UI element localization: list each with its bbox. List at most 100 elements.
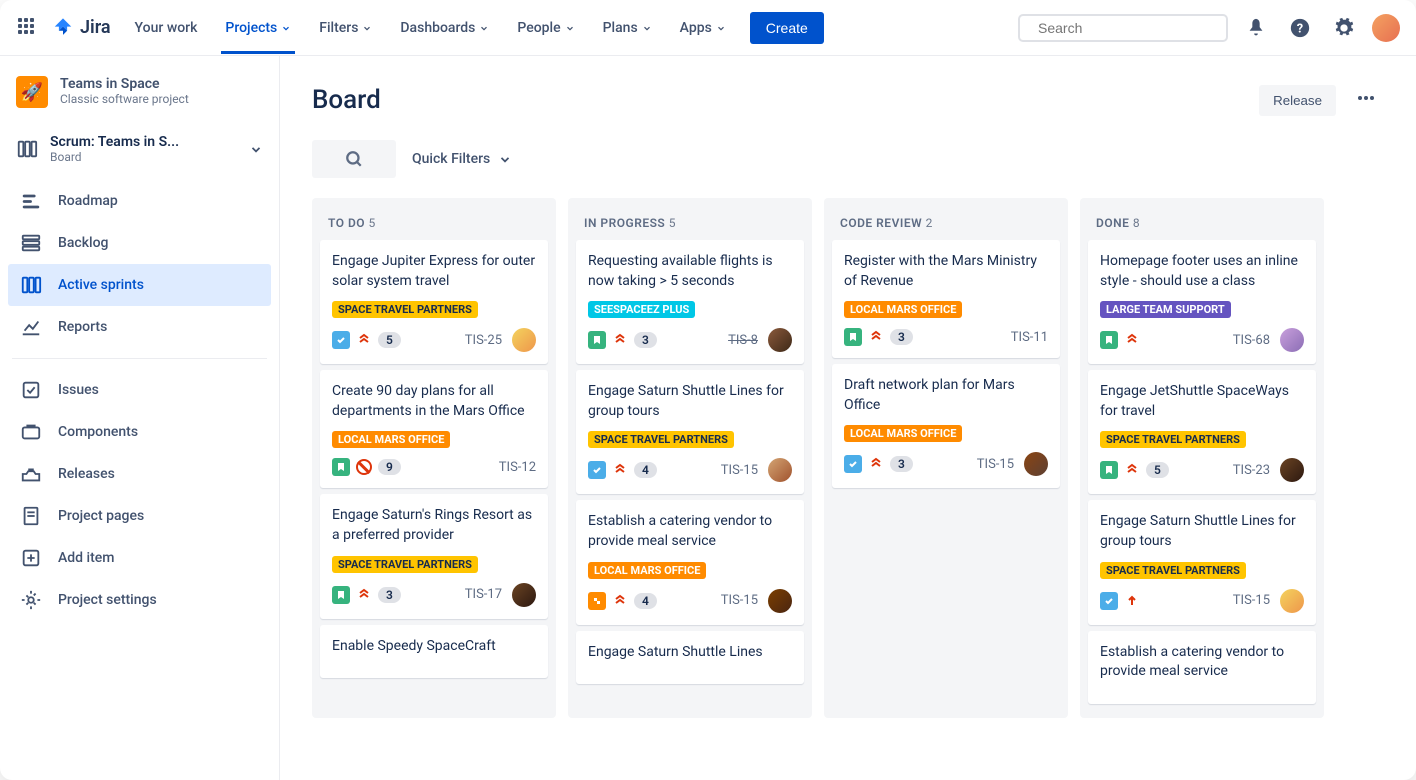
story-points-badge: 5 (378, 332, 401, 348)
column-header: To Do 5 (320, 206, 548, 240)
issue-key[interactable]: TIS-8 (728, 333, 758, 348)
card-epic-label[interactable]: LOCAL MARS OFFICE (844, 425, 962, 442)
board-selector[interactable]: Scrum: Teams in S... Board (8, 124, 271, 180)
issue-card[interactable]: Engage Saturn's Rings Resort as a prefer… (320, 494, 548, 618)
chevron-down-icon (716, 23, 726, 33)
issue-key[interactable]: TIS-11 (1011, 330, 1048, 345)
sidebar-item-roadmap[interactable]: Roadmap (8, 180, 271, 222)
issue-card[interactable]: Engage Saturn Shuttle Lines (576, 631, 804, 685)
story-points-badge: 3 (378, 587, 401, 603)
issue-type-icon (332, 331, 350, 349)
nav-plans[interactable]: Plans (591, 2, 664, 54)
column-in-progress[interactable]: In Progress 5Requesting available flight… (568, 198, 812, 718)
issue-card[interactable]: Engage JetShuttle SpaceWays for travelSP… (1088, 370, 1316, 494)
nav-dashboards[interactable]: Dashboards (388, 2, 501, 54)
notifications-icon[interactable] (1240, 12, 1272, 44)
card-epic-label[interactable]: SEESPACEEZ PLUS (588, 301, 695, 318)
page-title: Board (312, 85, 381, 115)
card-epic-label[interactable]: LOCAL MARS OFFICE (844, 301, 962, 318)
quick-filters[interactable]: Quick Filters (412, 151, 512, 167)
sidebar-item-settings[interactable]: Project settings (8, 579, 271, 621)
nav-projects[interactable]: Projects (213, 2, 303, 54)
column-code-review[interactable]: Code Review 2Register with the Mars Mini… (824, 198, 1068, 718)
search-input[interactable] (1018, 14, 1228, 42)
issue-type-icon (844, 328, 862, 346)
issue-type-icon (332, 586, 350, 604)
card-epic-label[interactable]: SPACE TRAVEL PARTNERS (588, 431, 734, 448)
card-epic-label[interactable]: SPACE TRAVEL PARTNERS (1100, 562, 1246, 579)
issue-key[interactable]: TIS-15 (977, 457, 1014, 472)
nav-filters[interactable]: Filters (307, 2, 384, 54)
assignee-avatar[interactable] (1280, 328, 1304, 352)
issue-key[interactable]: TIS-68 (1233, 333, 1270, 348)
story-points-badge: 3 (890, 456, 913, 472)
sidebar-item-backlog[interactable]: Backlog (8, 222, 271, 264)
issue-key[interactable]: TIS-23 (1233, 463, 1270, 478)
chevron-down-icon (362, 23, 372, 33)
issue-card[interactable]: Establish a catering vendor to provide m… (576, 500, 804, 624)
sidebar-item-components[interactable]: Components (8, 411, 271, 453)
column-to-do[interactable]: To Do 5Engage Jupiter Express for outer … (312, 198, 556, 718)
issue-card[interactable]: Register with the Mars Ministry of Reven… (832, 240, 1060, 358)
nav-apps[interactable]: Apps (668, 2, 738, 54)
issue-card[interactable]: Establish a catering vendor to provide m… (1088, 631, 1316, 704)
issue-card[interactable]: Engage Jupiter Express for outer solar s… (320, 240, 548, 364)
sidebar-item-project-pages[interactable]: Project pages (8, 495, 271, 537)
card-epic-label[interactable]: SPACE TRAVEL PARTNERS (1100, 431, 1246, 448)
issue-card[interactable]: Homepage footer uses an inline style - s… (1088, 240, 1316, 364)
issue-card[interactable]: Engage Saturn Shuttle Lines for group to… (1088, 500, 1316, 624)
help-icon[interactable]: ? (1284, 12, 1316, 44)
user-avatar[interactable] (1372, 14, 1400, 42)
nav-your-work[interactable]: Your work (123, 2, 210, 54)
assignee-avatar[interactable] (1280, 458, 1304, 482)
card-epic-label[interactable]: LOCAL MARS OFFICE (588, 562, 706, 579)
issue-key[interactable]: TIS-25 (465, 333, 502, 348)
jira-logo-text: Jira (80, 17, 111, 38)
app-switcher-icon[interactable] (16, 16, 40, 40)
card-epic-label[interactable]: SPACE TRAVEL PARTNERS (332, 301, 478, 318)
nav-people[interactable]: People (505, 2, 586, 54)
assignee-avatar[interactable] (1280, 589, 1304, 613)
roadmap-icon (20, 190, 42, 212)
components-icon (20, 421, 42, 443)
column-done[interactable]: Done 8Homepage footer uses an inline sty… (1080, 198, 1324, 718)
jira-icon (52, 17, 74, 39)
assignee-avatar[interactable] (1024, 452, 1048, 476)
issue-card[interactable]: Draft network plan for Mars OfficeLOCAL … (832, 364, 1060, 488)
issue-card[interactable]: Requesting available flights is now taki… (576, 240, 804, 364)
story-points-badge: 4 (634, 593, 657, 609)
create-button[interactable]: Create (750, 12, 824, 44)
assignee-avatar[interactable] (512, 328, 536, 352)
priority-icon (868, 456, 884, 472)
settings-icon[interactable] (1328, 12, 1360, 44)
issue-key[interactable]: TIS-17 (465, 587, 502, 602)
assignee-avatar[interactable] (768, 328, 792, 352)
sidebar-item-add[interactable]: Add item (8, 537, 271, 579)
issue-key[interactable]: TIS-15 (721, 463, 758, 478)
jira-logo[interactable]: Jira (52, 17, 111, 39)
board-search[interactable] (312, 140, 396, 178)
card-epic-label[interactable]: SPACE TRAVEL PARTNERS (332, 556, 478, 573)
release-button[interactable]: Release (1259, 85, 1336, 116)
card-epic-label[interactable]: LARGE TEAM SUPPORT (1100, 301, 1231, 318)
assignee-avatar[interactable] (768, 589, 792, 613)
issue-type-icon (588, 592, 606, 610)
gear-icon (20, 589, 42, 611)
sidebar-item-issues[interactable]: Issues (8, 369, 271, 411)
assignee-avatar[interactable] (768, 458, 792, 482)
sidebar-item-active-sprints[interactable]: Active sprints (8, 264, 271, 306)
reports-icon (20, 316, 42, 338)
card-epic-label[interactable]: LOCAL MARS OFFICE (332, 431, 450, 448)
issue-key[interactable]: TIS-15 (721, 593, 758, 608)
issue-card[interactable]: Create 90 day plans for all departments … (320, 370, 548, 488)
card-title: Establish a catering vendor to provide m… (1100, 643, 1304, 682)
sidebar-item-reports[interactable]: Reports (8, 306, 271, 348)
more-icon[interactable] (1348, 80, 1384, 120)
issue-card[interactable]: Engage Saturn Shuttle Lines for group to… (576, 370, 804, 494)
sidebar-item-releases[interactable]: Releases (8, 453, 271, 495)
pages-icon (20, 505, 42, 527)
issue-key[interactable]: TIS-15 (1233, 593, 1270, 608)
assignee-avatar[interactable] (512, 583, 536, 607)
issue-key[interactable]: TIS-12 (499, 460, 536, 475)
issue-card[interactable]: Enable Speedy SpaceCraft (320, 625, 548, 679)
